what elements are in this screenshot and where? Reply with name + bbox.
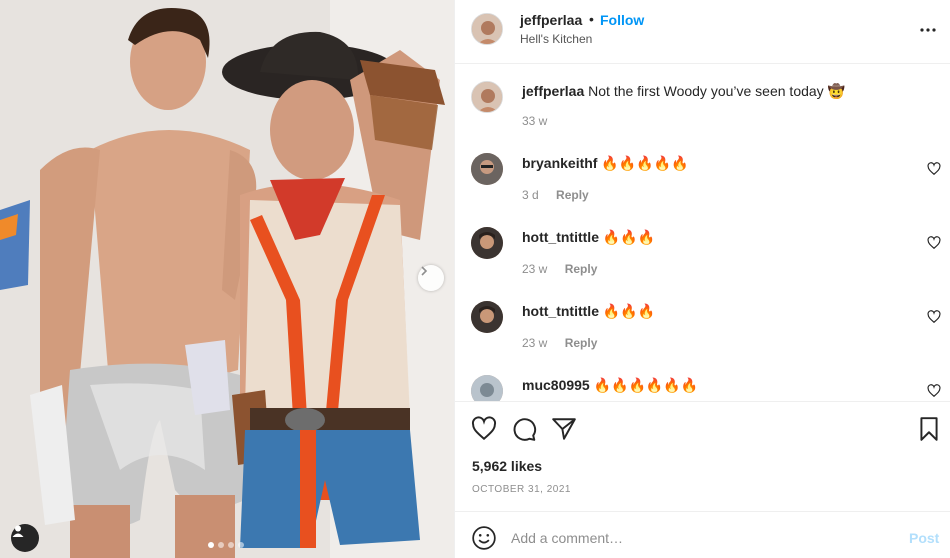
avatar[interactable]	[471, 153, 503, 185]
post-comment-button[interactable]: Post	[909, 530, 939, 546]
post-actions: 5,962 likes OCTOBER 31, 2021	[455, 401, 950, 511]
more-horizontal-icon	[920, 28, 936, 32]
avatar-photo	[471, 227, 503, 259]
likes-count[interactable]: 5,962 likes	[472, 458, 542, 474]
avatar-photo	[471, 375, 503, 401]
avatar-photo	[471, 153, 503, 185]
comment-time: 3 d	[522, 188, 539, 202]
post-location[interactable]: Hell's Kitchen	[520, 32, 592, 46]
comment-time: 23 w	[522, 262, 548, 276]
post-date: OCTOBER 31, 2021	[472, 484, 571, 495]
comment-text: bryankeithf 🔥🔥🔥🔥🔥	[522, 154, 689, 172]
comment-body: 🔥🔥🔥	[602, 303, 656, 319]
comment-body: 🔥🔥🔥🔥🔥🔥	[593, 377, 699, 393]
reply-button[interactable]: Reply	[565, 262, 598, 276]
comment-body: 🔥🔥🔥🔥🔥	[601, 155, 689, 171]
separator-dot: •	[589, 11, 594, 27]
comment-text: muc80995 🔥🔥🔥🔥🔥🔥	[522, 376, 698, 394]
carousel-dot	[208, 542, 214, 548]
comment-time: 23 w	[522, 336, 548, 350]
add-comment-input[interactable]	[511, 525, 891, 551]
comment-meta: 3 d Reply	[522, 188, 589, 202]
reply-button[interactable]: Reply	[565, 336, 598, 350]
comment-username[interactable]: muc80995	[522, 377, 590, 393]
like-heart-icon[interactable]	[471, 416, 497, 442]
avatar[interactable]	[471, 81, 503, 113]
avatar-photo	[472, 14, 502, 44]
add-comment-bar: Post	[455, 511, 950, 558]
comment-text: hott_tntittle 🔥🔥🔥	[522, 302, 655, 320]
comment-meta: 23 w Reply	[522, 262, 597, 276]
avatar[interactable]	[471, 375, 503, 401]
heart-icon[interactable]	[927, 236, 941, 250]
post-photo-illustration	[0, 0, 454, 558]
caption-username[interactable]: jeffperlaa	[522, 83, 584, 99]
chevron-right-icon	[421, 266, 428, 276]
carousel-dot	[228, 542, 234, 548]
avatar[interactable]	[471, 301, 503, 333]
share-send-icon[interactable]	[551, 416, 577, 442]
bookmark-icon[interactable]	[916, 416, 942, 442]
comment-bubble-icon[interactable]	[511, 416, 537, 442]
avatar[interactable]	[471, 227, 503, 259]
user-icon	[12, 525, 24, 537]
carousel-indicator	[208, 542, 244, 548]
heart-icon[interactable]	[927, 384, 941, 398]
follow-button[interactable]: Follow	[600, 12, 644, 28]
emoji-icon[interactable]	[471, 525, 497, 551]
carousel-dot	[218, 542, 224, 548]
comment-text: hott_tntittle 🔥🔥🔥	[522, 228, 655, 246]
comment-meta: 23 w Reply	[522, 336, 597, 350]
post-author-username[interactable]: jeffperlaa	[520, 12, 582, 28]
post-header: jeffperlaa • Follow Hell's Kitchen	[455, 0, 950, 64]
carousel-dot	[238, 542, 244, 548]
next-photo-button[interactable]	[418, 265, 444, 291]
avatar-photo	[472, 82, 502, 112]
more-options-button[interactable]	[916, 18, 940, 42]
post-photo[interactable]	[0, 0, 454, 558]
comment-username[interactable]: hott_tntittle	[522, 303, 599, 319]
comment-body: 🔥🔥🔥	[602, 229, 656, 245]
post-details-panel: jeffperlaa • Follow Hell's Kitchen jeffp	[454, 0, 950, 558]
caption-time: 33 w	[522, 114, 548, 128]
comment-username[interactable]: bryankeithf	[522, 155, 597, 171]
avatar-photo	[471, 301, 503, 333]
heart-icon[interactable]	[927, 310, 941, 324]
comment-username[interactable]: hott_tntittle	[522, 229, 599, 245]
caption-body: Not the first Woody you’ve seen today 🤠	[588, 83, 845, 99]
caption-text: jeffperlaa Not the first Woody you’ve se…	[522, 82, 845, 100]
tagged-users-button[interactable]	[11, 524, 39, 552]
heart-icon[interactable]	[927, 162, 941, 176]
comments-list[interactable]: jeffperlaa Not the first Woody you’ve se…	[455, 65, 950, 401]
avatar[interactable]	[471, 13, 503, 45]
reply-button[interactable]: Reply	[556, 188, 589, 202]
comment-meta: 33 w	[522, 114, 547, 128]
